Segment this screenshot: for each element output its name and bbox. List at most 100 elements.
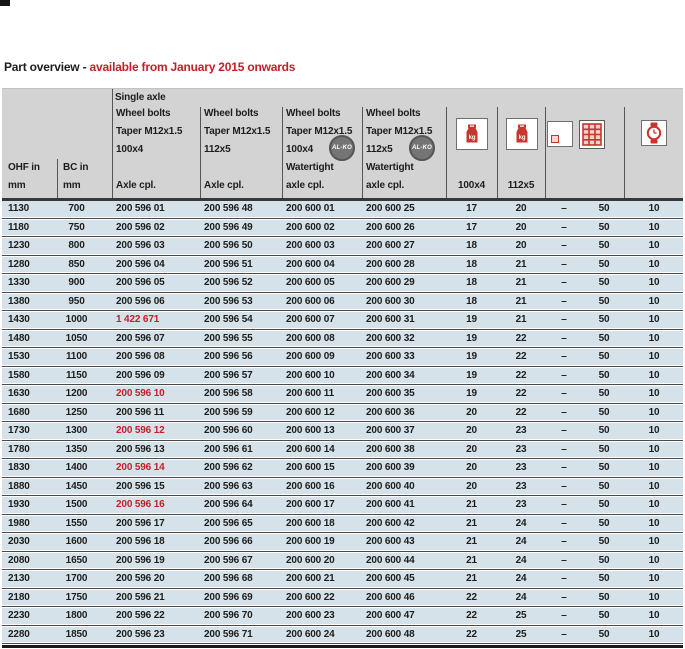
table-row: 1380950200 596 06200 596 53200 600 06200… [2, 294, 683, 310]
cell-delivery-time: 10 [625, 516, 683, 532]
cell-weight-100x4: 20 [446, 479, 497, 495]
cell-delivery-time: 10 [625, 368, 683, 384]
cell-axle-cpl-100x4: 200 596 12 [112, 423, 200, 439]
col-header-wt-100x4-l1: Wheel bolts [286, 108, 340, 120]
cell-ohf-mm: 2180 [2, 590, 57, 606]
cell-axle-cpl-112x5: 200 596 67 [200, 553, 282, 569]
cell-weight-112x5: 23 [497, 423, 545, 439]
cell-weight-100x4: 18 [446, 257, 497, 273]
cell-axle-cpl-100x4: 200 596 18 [112, 534, 200, 550]
table-row: 20801650200 596 19200 596 67200 600 2020… [2, 553, 683, 569]
cell-axle-cpl-100x4: 1 422 671 [112, 312, 200, 328]
cell-bc-mm: 1550 [57, 516, 112, 532]
cell-delivery-time: 10 [625, 294, 683, 310]
col-header-weight-100x4-label: 100x4 [446, 180, 497, 192]
cell-axle-cpl-112x5: 200 596 57 [200, 368, 282, 384]
cell-weight-112x5: 23 [497, 479, 545, 495]
cell-watertight-axle-112x5: 200 600 32 [362, 331, 446, 347]
cell-weight-100x4: 22 [446, 627, 497, 643]
cell-axle-cpl-112x5: 200 596 64 [200, 497, 282, 513]
cell-axle-cpl-112x5: 200 596 58 [200, 386, 282, 402]
svg-text:kg: kg [469, 135, 476, 141]
cell-watertight-axle-100x4: 200 600 03 [282, 238, 362, 254]
catalog-page: Part overview - available from January 2… [0, 0, 685, 649]
cell-weight-112x5: 22 [497, 405, 545, 421]
cell-box-qty: 50 [583, 405, 625, 421]
cell-watertight-axle-100x4: 200 600 13 [282, 423, 362, 439]
col-header-wt-112x5-bottom: axle cpl. [366, 180, 404, 192]
cell-single-pack-qty: – [545, 590, 583, 606]
cell-axle-cpl-100x4: 200 596 21 [112, 590, 200, 606]
cell-box-qty: 50 [583, 516, 625, 532]
cell-weight-100x4: 19 [446, 312, 497, 328]
cell-box-qty: 50 [583, 275, 625, 291]
cell-ohf-mm: 2030 [2, 534, 57, 550]
col-header-wt-112x5-extra: Watertight [366, 162, 414, 174]
cell-axle-cpl-100x4: 200 596 19 [112, 553, 200, 569]
cell-watertight-axle-112x5: 200 600 30 [362, 294, 446, 310]
cell-watertight-axle-112x5: 200 600 29 [362, 275, 446, 291]
cell-single-pack-qty: – [545, 294, 583, 310]
weight-icon: kg [506, 118, 538, 150]
cell-axle-cpl-112x5: 200 596 66 [200, 534, 282, 550]
cell-weight-100x4: 18 [446, 275, 497, 291]
cell-bc-mm: 1100 [57, 349, 112, 365]
cell-weight-100x4: 17 [446, 201, 497, 217]
cell-weight-100x4: 19 [446, 386, 497, 402]
cell-weight-100x4: 19 [446, 368, 497, 384]
cell-ohf-mm: 2230 [2, 608, 57, 624]
cell-axle-cpl-112x5: 200 596 62 [200, 460, 282, 476]
cell-watertight-axle-100x4: 200 600 20 [282, 553, 362, 569]
cell-watertight-axle-100x4: 200 600 24 [282, 627, 362, 643]
cell-delivery-time: 10 [625, 534, 683, 550]
table-row: 1330900200 596 05200 596 52200 600 05200… [2, 275, 683, 291]
cell-box-qty: 50 [583, 423, 625, 439]
cell-delivery-time: 10 [625, 497, 683, 513]
svg-text:kg: kg [519, 135, 526, 141]
column-divider [200, 107, 201, 198]
cell-box-qty: 50 [583, 220, 625, 236]
cell-single-pack-qty: – [545, 423, 583, 439]
cell-weight-112x5: 21 [497, 294, 545, 310]
cell-ohf-mm: 1880 [2, 479, 57, 495]
cell-axle-cpl-112x5: 200 596 50 [200, 238, 282, 254]
column-divider [545, 107, 546, 198]
cell-axle-cpl-100x4: 200 596 07 [112, 331, 200, 347]
cell-box-qty: 50 [583, 386, 625, 402]
cell-single-pack-qty: – [545, 386, 583, 402]
cell-axle-cpl-100x4: 200 596 13 [112, 442, 200, 458]
cell-axle-cpl-112x5: 200 596 56 [200, 349, 282, 365]
cell-weight-112x5: 24 [497, 590, 545, 606]
cell-watertight-axle-100x4: 200 600 21 [282, 571, 362, 587]
cell-axle-cpl-112x5: 200 596 49 [200, 220, 282, 236]
cell-single-pack-qty: – [545, 368, 583, 384]
cell-delivery-time: 10 [625, 590, 683, 606]
cell-single-pack-qty: – [545, 497, 583, 513]
cell-single-pack-qty: – [545, 331, 583, 347]
cell-weight-112x5: 21 [497, 312, 545, 328]
cell-watertight-axle-112x5: 200 600 45 [362, 571, 446, 587]
column-divider [112, 89, 113, 198]
cell-delivery-time: 10 [625, 386, 683, 402]
cell-watertight-axle-100x4: 200 600 12 [282, 405, 362, 421]
cell-bc-mm: 800 [57, 238, 112, 254]
cell-axle-cpl-100x4: 200 596 08 [112, 349, 200, 365]
cell-single-pack-qty: – [545, 571, 583, 587]
cell-watertight-axle-100x4: 200 600 17 [282, 497, 362, 513]
cell-watertight-axle-112x5: 200 600 36 [362, 405, 446, 421]
cell-delivery-time: 10 [625, 257, 683, 273]
cell-weight-112x5: 24 [497, 553, 545, 569]
cell-bc-mm: 1050 [57, 331, 112, 347]
cell-box-qty: 50 [583, 553, 625, 569]
cell-ohf-mm: 1280 [2, 257, 57, 273]
cell-axle-cpl-112x5: 200 596 48 [200, 201, 282, 217]
cell-watertight-axle-112x5: 200 600 41 [362, 497, 446, 513]
cell-watertight-axle-100x4: 200 600 07 [282, 312, 362, 328]
cell-ohf-mm: 1780 [2, 442, 57, 458]
col-header-wt-112x5-l3: 112x5 [366, 144, 393, 156]
cell-watertight-axle-100x4: 200 600 14 [282, 442, 362, 458]
cell-weight-100x4: 17 [446, 220, 497, 236]
cell-weight-112x5: 22 [497, 368, 545, 384]
cell-bc-mm: 1750 [57, 590, 112, 606]
col-header-weight-112x5-label: 112x5 [497, 180, 545, 192]
